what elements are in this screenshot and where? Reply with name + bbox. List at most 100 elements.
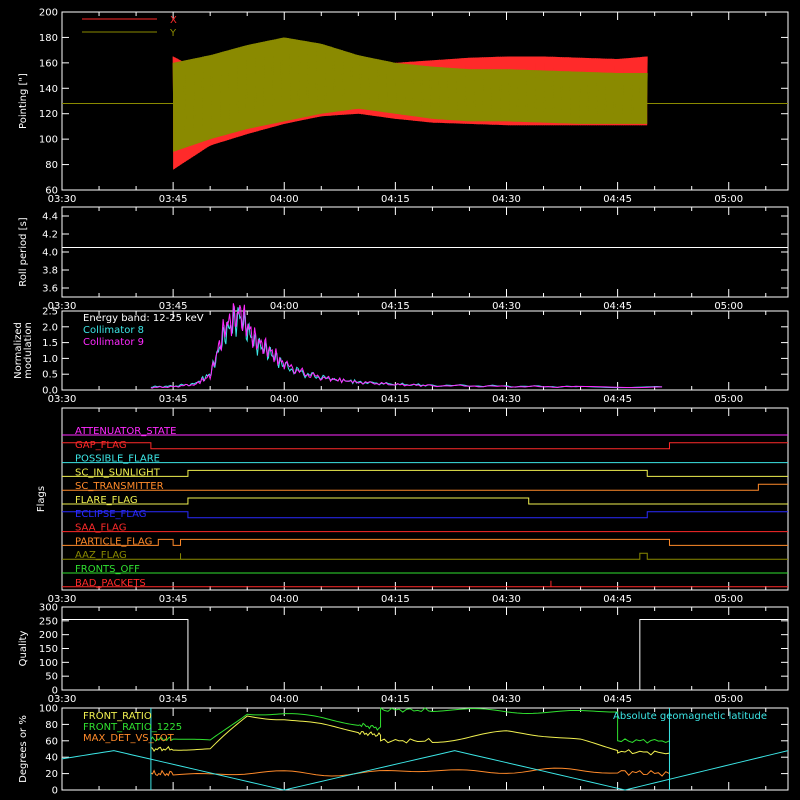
flags-time-label: 03:45 [159,594,188,605]
quality-time-label: 04:30 [492,694,521,705]
flag-label-aaz-flag: AAZ_FLAG [75,550,127,561]
roll_period-time-label: 04:30 [492,301,521,312]
flag-label-saa-flag: SAA_FLAG [75,523,126,534]
pointing-y-tick-label: 60 [45,186,58,197]
pointing-time-label: 04:15 [381,194,410,205]
modulation-legend-8: Collimator 8 [83,325,144,336]
quality-time-label: 03:45 [159,694,188,705]
quality-line [62,618,788,691]
ratios-y-tick-label: 40 [45,753,58,764]
flag-label-sc-transmitter: SC_TRANSMITTER [75,481,164,492]
quality-y-tick-label: 0 [52,686,58,697]
modulation-time-label: 04:30 [492,394,521,405]
quality-y-tick-label: 100 [39,658,58,669]
quality-time-label: 04:15 [381,694,410,705]
modulation-time-label: 04:45 [603,394,632,405]
modulation-y-tick-label: 0.5 [42,370,58,381]
ratios-y-tick-label: 80 [45,720,58,731]
pointing-y-tick-label: 140 [39,84,58,95]
roll_period-y-tick-label: 3.6 [42,284,58,295]
modulation-time-label: 03:45 [159,394,188,405]
modulation-y-tick-label: 2.5 [42,307,58,318]
quality-time-label: 04:00 [270,694,299,705]
modulation-y-tick-label: 1.0 [42,354,58,365]
flag-line-bad-packets [62,580,788,588]
pointing-time-label: 04:30 [492,194,521,205]
pointing-y-tick-label: 200 [39,8,58,19]
roll_period-ylabel: Roll period [s] [18,217,29,286]
pointing-time-label: 04:00 [270,194,299,205]
flag-label-fronts-off: FRONTS_OFF [75,564,140,575]
roll_period-frame [61,206,789,298]
roll_period-time-label: 04:15 [381,301,410,312]
legend-label-y: Y [169,28,177,39]
ratio-series-1 [150,707,670,744]
ratios-y-tick-label: 20 [45,769,58,780]
flags-time-label: 05:00 [714,594,743,605]
modulation-series-8 [150,306,663,389]
pointing-y-tick-label: 120 [39,109,58,120]
flag-line-gap-flag [62,442,788,450]
ratios-legend-geomag-lat: Absolute geomagnetic latitude [613,711,767,722]
quality-y-tick-label: 150 [39,644,58,655]
ratios-legend-front-ratio-1225: FRONT_RATIO_1225 [83,722,182,733]
flag-line-sc-in-sunlight [62,469,788,477]
ratios-y-tick-label: 60 [45,736,58,747]
quality-y-tick-label: 300 [39,603,58,614]
ratio-series-3 [61,750,789,791]
modulation-time-label: 04:15 [381,394,410,405]
modulation-series-9 [150,303,663,389]
modulation-legend-9: Collimator 9 [83,337,144,348]
ratios-ylabel: Degrees or % [18,715,29,783]
modulation-y-tick-label: 2.0 [42,322,58,333]
flag-line-flare-flag [62,497,788,505]
roll_period-y-tick-label: 3.8 [42,266,58,277]
pointing-time-label: 04:45 [603,194,632,205]
modulation-time-label: 05:00 [714,394,743,405]
ratios-y-tick-label: 100 [39,704,58,715]
ratios-y-tick-label: 0 [52,786,58,797]
roll_period-y-tick-label: 4.2 [42,230,58,241]
roll_period-y-tick-label: 4.4 [42,212,58,223]
roll_period-time-label: 04:00 [270,301,299,312]
flag-line-sc-transmitter [62,483,788,491]
roll_period-time-label: 03:45 [159,301,188,312]
modulation-energy-band: Energy band: 12-25 keV [83,313,204,324]
flags-time-label: 04:00 [270,594,299,605]
legend-label-x: X [170,15,177,26]
quality-time-label: 05:00 [714,694,743,705]
flag-label-gap-flag: GAP_FLAG [75,440,127,451]
quality-y-tick-label: 50 [45,672,58,683]
pointing-ylabel: Pointing ["] [18,73,29,129]
modulation-ylabel: modulation [23,322,34,379]
flags-time-label: 04:45 [603,594,632,605]
flag-label-eclipse-flag: ECLIPSE_FLAG [75,509,146,520]
flag-label-flare-flag: FLARE_FLAG [75,495,138,506]
flags-time-label: 04:30 [492,594,521,605]
ratios-legend-front-ratio: FRONT_RATIO [83,711,152,722]
flag-label-bad-packets: BAD_PACKETS [75,578,146,589]
flags-time-label: 04:15 [381,594,410,605]
pointing-y-tick-label: 160 [39,58,58,69]
flag-line-particle-flag [62,538,788,546]
ratio-series-2 [150,767,670,777]
pointing-y-tick-label: 80 [45,160,58,171]
pointing-y-tick-label: 180 [39,33,58,44]
telemetry-figure: 03:30 03:45 04:00 04:15 04:30 04:45 05:0060801… [13,8,789,797]
pointing-y-tick-label: 100 [39,135,58,146]
flag-label-sc-in-sunlight: SC_IN_SUNLIGHT [75,467,161,478]
quality-y-tick-label: 200 [39,630,58,641]
flag-label-attenuator-state: ATTENUATOR_STATE [75,426,176,437]
modulation-y-tick-label: 0.0 [42,386,58,397]
roll_period-y-tick-label: 4.0 [42,248,58,259]
ratios-legend-max-det: MAX_DET_VS_TOT [83,733,175,744]
ratio-series-0 [150,715,670,756]
pointing-time-label: 05:00 [714,194,743,205]
quality-y-tick-label: 250 [39,616,58,627]
quality-ylabel: Quality [18,631,29,667]
roll_period-time-label: 05:00 [714,301,743,312]
flag-label-possible-flare: POSSIBLE_FLARE [75,454,160,465]
modulation-time-label: 04:00 [270,394,299,405]
modulation-y-tick-label: 1.5 [42,338,58,349]
flag-line-aaz-flag [62,552,788,560]
